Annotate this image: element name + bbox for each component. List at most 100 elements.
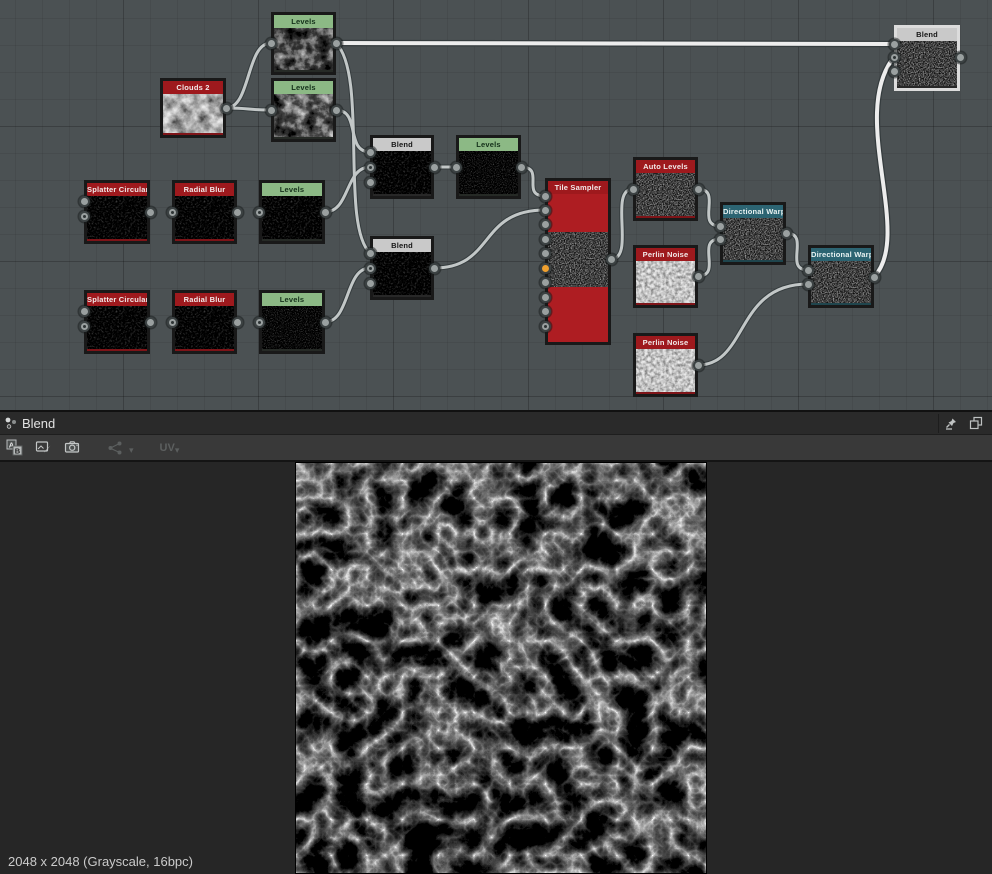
graph-node-blend1[interactable]: Blend: [364, 135, 440, 199]
graph-node-levelsR1[interactable]: Levels: [253, 180, 331, 244]
input-port[interactable]: [539, 204, 551, 216]
output-port[interactable]: [319, 206, 331, 218]
input-port[interactable]: [539, 291, 551, 303]
input-port[interactable]: [364, 262, 376, 274]
output-port[interactable]: [319, 316, 331, 328]
chevron-down-icon[interactable]: ▾: [175, 445, 180, 456]
pin-panel-button[interactable]: [939, 414, 964, 433]
graph-node-blend_tr[interactable]: Blend: [888, 25, 966, 91]
graph-node-radial1[interactable]: Radial Blur: [166, 180, 243, 244]
output-port[interactable]: [231, 206, 243, 218]
input-port[interactable]: [539, 305, 551, 317]
output-port[interactable]: [428, 161, 440, 173]
graph-node-clouds2[interactable]: Clouds 2: [160, 78, 232, 138]
input-port[interactable]: [802, 278, 814, 290]
graph-wire: [333, 40, 373, 256]
node-title: Radial Blur: [175, 183, 234, 196]
port-dot: [82, 214, 86, 218]
svg-text:B: B: [15, 447, 21, 456]
input-port[interactable]: [888, 38, 900, 50]
input-port[interactable]: [714, 233, 726, 245]
input-port[interactable]: [714, 220, 726, 232]
input-port[interactable]: [364, 176, 376, 188]
texture-preview: [295, 462, 707, 874]
input-port[interactable]: [166, 206, 178, 218]
node-thumbnail: [87, 196, 147, 241]
display-channels-button[interactable]: [103, 439, 127, 457]
graph-node-levelsR2[interactable]: Levels: [253, 290, 331, 354]
graph-node-dw1[interactable]: Directional Warp: [714, 202, 792, 265]
input-port[interactable]: [78, 210, 90, 222]
input-port[interactable]: [802, 264, 814, 276]
graph-node-levels3[interactable]: Levels: [450, 135, 527, 199]
graph-node-dw2[interactable]: Directional Warp: [802, 245, 880, 308]
port-dot: [368, 266, 372, 270]
input-port[interactable]: [78, 305, 90, 317]
input-port[interactable]: [265, 37, 277, 49]
node-thumbnail: [262, 306, 322, 351]
port-dot: [257, 210, 261, 214]
input-port[interactable]: [539, 276, 551, 288]
output-port[interactable]: [605, 253, 617, 265]
input-port[interactable]: [78, 195, 90, 207]
graph-node-tile[interactable]: Tile Sampler: [539, 178, 617, 345]
input-port[interactable]: [450, 161, 462, 173]
node-thumbnail: [723, 218, 783, 262]
node-thumbnail: [175, 306, 234, 351]
output-port[interactable]: [144, 206, 156, 218]
output-port[interactable]: [231, 316, 243, 328]
input-port[interactable]: [539, 320, 551, 332]
input-port[interactable]: [539, 247, 551, 259]
panel-type-icon: [0, 416, 22, 430]
input-port[interactable]: [253, 316, 265, 328]
input-port[interactable]: [539, 262, 551, 274]
input-port[interactable]: [166, 316, 178, 328]
2d-view-panel-header: Blend: [0, 410, 992, 435]
chevron-down-icon[interactable]: ▾: [129, 445, 134, 456]
export-image-button[interactable]: [31, 438, 56, 457]
output-port[interactable]: [780, 227, 792, 239]
graph-node-levels1[interactable]: Levels: [265, 12, 342, 75]
graph-node-radial2[interactable]: Radial Blur: [166, 290, 243, 354]
input-port[interactable]: [253, 206, 265, 218]
output-port[interactable]: [144, 316, 156, 328]
node-title: Auto Levels: [636, 160, 695, 173]
2d-view-canvas[interactable]: 2048 x 2048 (Grayscale, 16bpc): [0, 462, 992, 874]
input-port[interactable]: [78, 320, 90, 332]
input-port[interactable]: [364, 161, 376, 173]
camera-button[interactable]: [60, 438, 85, 457]
output-port[interactable]: [515, 161, 527, 173]
node-graph-canvas[interactable]: Clouds 2 Levels Levels Splatter Circular Rad…: [0, 0, 992, 410]
input-port[interactable]: [539, 218, 551, 230]
output-port[interactable]: [330, 104, 342, 116]
graph-node-auto[interactable]: Auto Levels: [627, 157, 704, 221]
input-port[interactable]: [539, 233, 551, 245]
input-port[interactable]: [265, 104, 277, 116]
output-port[interactable]: [868, 271, 880, 283]
graph-node-perlin2[interactable]: Perlin Noise: [633, 333, 704, 397]
graph-node-perlin1[interactable]: Perlin Noise: [633, 245, 704, 308]
graph-node-splatter2[interactable]: Splatter Circular: [78, 290, 156, 354]
input-port[interactable]: [539, 190, 551, 202]
input-port[interactable]: [888, 65, 900, 77]
node-thumbnail: [459, 151, 518, 196]
output-port[interactable]: [330, 37, 342, 49]
output-port[interactable]: [692, 270, 704, 282]
float-window-button[interactable]: [964, 414, 988, 432]
output-port[interactable]: [220, 102, 232, 114]
node-title: Directional Warp: [811, 248, 871, 261]
input-port[interactable]: [888, 51, 900, 63]
input-port[interactable]: [364, 247, 376, 259]
compare-ab-button[interactable]: A B: [2, 438, 27, 457]
output-port[interactable]: [692, 183, 704, 195]
graph-node-blend2[interactable]: Blend: [364, 236, 440, 300]
node-title: Directional Warp: [723, 205, 783, 218]
graph-node-splatter1[interactable]: Splatter Circular: [78, 180, 156, 244]
output-port[interactable]: [428, 262, 440, 274]
input-port[interactable]: [627, 183, 639, 195]
graph-node-levels2[interactable]: Levels: [265, 78, 342, 142]
output-port[interactable]: [954, 51, 966, 63]
input-port[interactable]: [364, 146, 376, 158]
input-port[interactable]: [364, 277, 376, 289]
output-port[interactable]: [692, 359, 704, 371]
